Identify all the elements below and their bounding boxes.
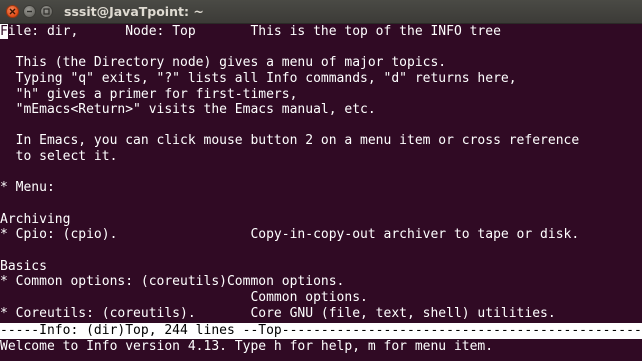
menu-item-description: Common options.	[0, 289, 368, 305]
terminal-line: Typing "q" exits, "?" lists all Info com…	[0, 70, 517, 86]
terminal-content[interactable]: File: dir, Node: Top This is the top of …	[0, 24, 642, 361]
menu-heading: * Menu:	[0, 180, 55, 196]
terminal-line: "h" gives a primer for first-timers,	[0, 86, 298, 102]
window-title: sssit@JavaTpoint: ~	[64, 4, 204, 19]
menu-category: Basics	[0, 258, 47, 274]
terminal-window: sssit@JavaTpoint: ~ File: dir, Node: Top…	[0, 0, 642, 361]
text-cursor: F	[0, 24, 8, 39]
menu-item[interactable]: * Coreutils: (coreutils). Core GNU (file…	[0, 306, 642, 322]
echo-area: Welcome to Info version 4.13. Type h for…	[0, 338, 494, 354]
title-bar[interactable]: sssit@JavaTpoint: ~	[0, 0, 642, 24]
terminal-line: "mEmacs<Return>" visits the Emacs manual…	[0, 102, 376, 118]
terminal-line: This (the Directory node) gives a menu o…	[0, 55, 447, 71]
minimize-icon[interactable]	[23, 5, 36, 18]
mode-line: -----Info: (dir)Top, 244 lines --Top----…	[0, 323, 642, 339]
menu-category: Archiving	[0, 211, 71, 227]
menu-item[interactable]: * Common options: (coreutils)Common opti…	[0, 274, 642, 290]
maximize-icon[interactable]	[40, 5, 53, 18]
info-header-line: File: dir, Node: Top This is the top of …	[0, 24, 501, 39]
close-icon[interactable]	[6, 5, 19, 18]
terminal-line: to select it.	[0, 149, 118, 165]
terminal-line: In Emacs, you can click mouse button 2 o…	[0, 133, 580, 149]
menu-item[interactable]: * Cpio: (cpio). Copy-in-copy-out archive…	[0, 227, 642, 243]
